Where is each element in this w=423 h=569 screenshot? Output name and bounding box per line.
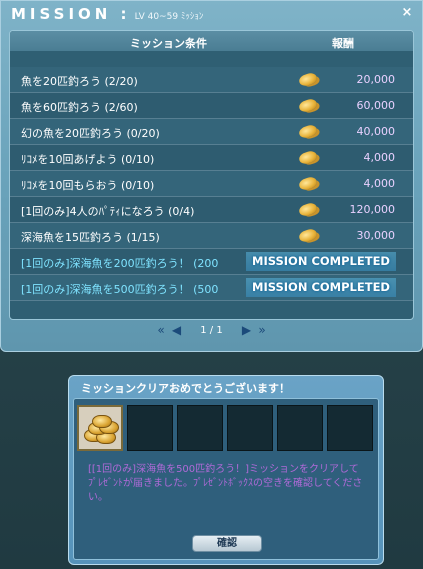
mission-rows: 魚を20匹釣ろう (2/20) 20,000 魚を60匹釣ろう (2/60) 60,0…	[10, 67, 413, 301]
mission-row[interactable]: [1回のみ]深海魚を200匹釣ろう！ (200 MISSION COMPLETED	[10, 249, 413, 275]
mission-condition: 魚を20匹釣ろう (2/20)	[21, 75, 138, 88]
mission-reward: 30,000	[356, 229, 396, 242]
mission-reward: 4,000	[363, 151, 396, 164]
mission-reward: 4,000	[363, 177, 396, 190]
present-slot[interactable]	[127, 405, 173, 451]
gold-coins-icon	[82, 413, 120, 445]
mission-row[interactable]: 魚を20匹釣ろう (2/20) 20,000	[10, 67, 413, 93]
mission-window: MISSION : LV 40~59 ﾐｯｼｮﾝ × ミッション条件 報酬 魚を…	[0, 0, 423, 352]
mission-condition: [1回のみ]4人のﾊﾟﾃｨになろう (0/4)	[21, 205, 195, 218]
zeny-coin-icon	[297, 71, 319, 88]
present-slot[interactable]	[77, 405, 123, 451]
mission-clear-dialog: ミッションクリアおめでとうございます！ [[1回のみ]深海魚を500匹釣ろう！]…	[68, 375, 384, 565]
mission-level-range: LV 40~59 ﾐｯｼｮﾝ	[134, 12, 204, 22]
zeny-coin-icon	[297, 175, 319, 192]
mission-title: MISSION : LV 40~59 ﾐｯｼｮﾝ	[11, 5, 203, 25]
reward-column-header: 報酬	[332, 37, 354, 50]
page-indicator: 1 / 1	[200, 324, 223, 336]
mission-condition: 深海魚を15匹釣ろう (1/15)	[21, 231, 160, 244]
mission-reward: 40,000	[356, 125, 396, 138]
mission-condition: 幻の魚を20匹釣ろう (0/20)	[21, 127, 160, 140]
dialog-title: ミッションクリアおめでとうございます！	[81, 382, 290, 395]
mission-row[interactable]: ﾘｺﾒを10回あげよう (0/10) 4,000	[10, 145, 413, 171]
mission-row[interactable]: ﾘｺﾒを10回もらおう (0/10) 4,000	[10, 171, 413, 197]
mission-condition: [1回のみ]深海魚を500匹釣ろう！ (500	[21, 283, 219, 296]
present-slot[interactable]	[227, 405, 273, 451]
mission-row[interactable]: 魚を60匹釣ろう (2/60) 60,000	[10, 93, 413, 119]
last-page-icon[interactable]: »	[258, 323, 265, 337]
pager: « ◀ 1 / 1 ▶ »	[1, 323, 422, 341]
mission-row[interactable]: 幻の魚を20匹釣ろう (0/20) 40,000	[10, 119, 413, 145]
present-slot[interactable]	[277, 405, 323, 451]
first-page-icon[interactable]: «	[157, 323, 164, 337]
zeny-coin-icon	[297, 201, 319, 218]
mission-completed-badge: MISSION COMPLETED	[246, 278, 396, 297]
mission-row[interactable]: [1回のみ]4人のﾊﾟﾃｨになろう (0/4) 120,000	[10, 197, 413, 223]
dialog-body: [[1回のみ]深海魚を500匹釣ろう！]ミッションをクリアしてﾌﾟﾚｾﾞﾝﾄが届…	[73, 398, 379, 560]
next-page-icon[interactable]: ▶	[242, 323, 251, 337]
mission-row[interactable]: [1回のみ]深海魚を500匹釣ろう！ (500 MISSION COMPLETED	[10, 275, 413, 301]
close-icon[interactable]: ×	[400, 5, 414, 21]
mission-reward: 20,000	[356, 73, 396, 86]
mission-list-panel: ミッション条件 報酬 魚を20匹釣ろう (2/20) 20,000 魚を60匹釣ろう…	[9, 30, 414, 320]
zeny-coin-icon	[297, 227, 319, 244]
mission-completed-badge: MISSION COMPLETED	[246, 252, 396, 271]
zeny-coin-icon	[297, 149, 319, 166]
mission-condition: ﾘｺﾒを10回あげよう (0/10)	[21, 153, 155, 166]
mission-row[interactable]: 深海魚を15匹釣ろう (1/15) 30,000	[10, 223, 413, 249]
mission-reward: 60,000	[356, 99, 396, 112]
zeny-coin-icon	[297, 97, 319, 114]
present-slot[interactable]	[177, 405, 223, 451]
condition-column-header: ミッション条件	[130, 37, 207, 50]
clear-message: [[1回のみ]深海魚を500匹釣ろう！]ミッションをクリアしてﾌﾟﾚｾﾞﾝﾄが届…	[88, 464, 363, 503]
mission-condition: ﾘｺﾒを10回もらおう (0/10)	[21, 179, 155, 192]
mission-title-text: MISSION :	[11, 5, 131, 23]
mission-reward: 120,000	[349, 203, 396, 216]
present-slot[interactable]	[327, 405, 373, 451]
confirm-button[interactable]: 確認	[192, 535, 262, 552]
mission-condition: 魚を60匹釣ろう (2/60)	[21, 101, 138, 114]
mission-condition: [1回のみ]深海魚を200匹釣ろう！ (200	[21, 257, 219, 270]
prev-page-icon[interactable]: ◀	[172, 323, 181, 337]
mission-table-header: ミッション条件 報酬	[10, 31, 413, 51]
zeny-coin-icon	[297, 123, 319, 140]
